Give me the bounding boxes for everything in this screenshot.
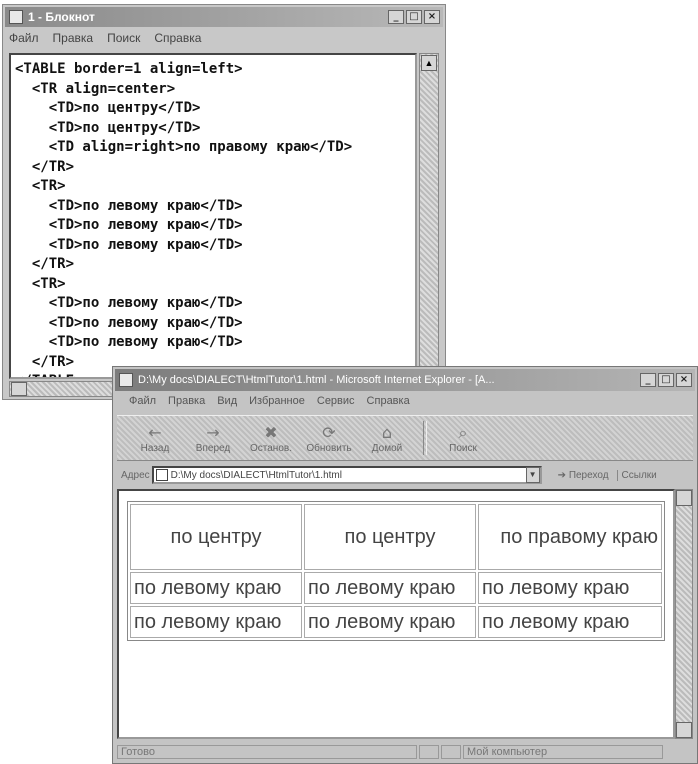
browser-toolbar: ← Назад → Вперед ✖ Останов. ⟳ Обновить ⌂… [117, 415, 693, 461]
address-value: D:\My docs\DIALECT\HtmlTutor\1.html [170, 469, 342, 481]
go-arrow-icon: ➔ [557, 469, 567, 481]
zone-text: Мой компьютер [463, 745, 663, 759]
notepad-menu-bar: Файл Правка Поиск Справка [9, 31, 201, 49]
links-button[interactable]: Ссылки [616, 469, 657, 481]
minimize-icon[interactable]: _ [388, 10, 404, 24]
browser-title-bar[interactable]: D:\My docs\DIALECT\HtmlTutor\1.html - Mi… [115, 369, 695, 391]
search-button[interactable]: ⌕ Поиск [435, 418, 491, 458]
status-bar: Готово Мой компьютер [117, 743, 693, 761]
table-row: по левому краю по левому краю по левому … [130, 606, 662, 638]
table-cell: по центру [130, 504, 302, 570]
table-cell: по левому краю [130, 572, 302, 604]
menu-help[interactable]: Справка [367, 395, 410, 413]
table-cell: по центру [304, 504, 476, 570]
address-dropdown-icon[interactable]: ▼ [525, 467, 540, 483]
address-input[interactable]: D:\My docs\DIALECT\HtmlTutor\1.html [151, 466, 542, 484]
menu-edit[interactable]: Правка [53, 31, 94, 49]
scroll-up-icon[interactable]: ▲ [421, 55, 437, 71]
menu-file[interactable]: Файл [129, 395, 156, 413]
refresh-icon: ⟳ [322, 422, 336, 442]
notepad-title-bar[interactable]: 1 - Блокнот _ □ × [5, 7, 443, 27]
table-cell: по левому краю [304, 606, 476, 638]
browser-window: D:\My docs\DIALECT\HtmlTutor\1.html - Mi… [112, 366, 698, 764]
scroll-left-icon[interactable] [11, 382, 27, 396]
browser-vertical-scrollbar[interactable] [675, 489, 693, 739]
notepad-text-area[interactable]: <TABLE border=1 align=left> <TR align=ce… [9, 53, 417, 379]
ie-app-icon [119, 373, 133, 387]
menu-file[interactable]: Файл [9, 31, 39, 49]
table-row: по левому краю по левому краю по левому … [130, 572, 662, 604]
address-label: Адрес [121, 469, 150, 481]
home-button[interactable]: ⌂ Домой [359, 418, 415, 458]
table-cell: по левому краю [478, 572, 662, 604]
notepad-vertical-scrollbar[interactable]: ▲ [419, 53, 439, 379]
forward-arrow-icon: → [206, 422, 220, 442]
back-arrow-icon: ← [148, 422, 162, 442]
browser-title: D:\My docs\DIALECT\HtmlTutor\1.html - Mi… [138, 374, 495, 386]
minimize-icon[interactable]: _ [640, 373, 656, 387]
search-label: Поиск [449, 442, 477, 454]
maximize-icon[interactable]: □ [658, 373, 674, 387]
table-row: по центру по центру по правому краю [130, 504, 662, 570]
page-content-area: по центру по центру по правому краю по л… [117, 489, 675, 739]
scroll-down-icon[interactable] [676, 722, 692, 738]
notepad-window: 1 - Блокнот _ □ × Файл Правка Поиск Спра… [2, 4, 446, 400]
refresh-button[interactable]: ⟳ Обновить [301, 418, 357, 458]
scroll-up-icon[interactable] [676, 490, 692, 506]
menu-edit[interactable]: Правка [168, 395, 205, 413]
menu-view[interactable]: Вид [217, 395, 237, 413]
stop-label: Останов. [250, 442, 292, 454]
back-label: Назад [140, 442, 170, 454]
menu-help[interactable]: Справка [154, 31, 201, 49]
forward-button[interactable]: → Вперед [185, 418, 241, 458]
go-button[interactable]: ➔ Переход [558, 470, 609, 481]
status-cell [419, 745, 439, 759]
table-cell: по левому краю [304, 572, 476, 604]
table-cell: по левому краю [478, 606, 662, 638]
menu-search[interactable]: Поиск [107, 31, 140, 49]
table-cell: по левому краю [130, 606, 302, 638]
menu-favorites[interactable]: Избранное [249, 395, 305, 413]
status-cell [441, 745, 461, 759]
table-cell: по правому краю [478, 504, 662, 570]
search-icon: ⌕ [458, 422, 468, 442]
home-label: Домой [371, 442, 403, 454]
toolbar-separator [423, 421, 427, 455]
go-label: Переход [568, 469, 609, 481]
close-icon[interactable]: × [676, 373, 692, 387]
notepad-title: 1 - Блокнот [28, 10, 95, 24]
home-icon: ⌂ [381, 422, 393, 442]
browser-menu-bar: Файл Правка Вид Избранное Сервис Справка [129, 395, 410, 413]
refresh-label: Обновить [306, 442, 352, 454]
address-bar: Адрес D:\My docs\DIALECT\HtmlTutor\1.htm… [117, 463, 693, 487]
close-icon[interactable]: × [424, 10, 440, 24]
menu-tools[interactable]: Сервис [317, 395, 355, 413]
maximize-icon[interactable]: □ [406, 10, 422, 24]
back-button[interactable]: ← Назад [127, 418, 183, 458]
demo-table: по центру по центру по правому краю по л… [127, 501, 665, 641]
page-icon [155, 469, 168, 481]
html-source-code[interactable]: <TABLE border=1 align=left> <TR align=ce… [11, 55, 415, 377]
stop-icon: ✖ [264, 422, 278, 442]
notepad-app-icon [9, 10, 23, 24]
stop-button[interactable]: ✖ Останов. [243, 418, 299, 458]
forward-label: Вперед [195, 442, 231, 454]
status-text: Готово [117, 745, 417, 759]
